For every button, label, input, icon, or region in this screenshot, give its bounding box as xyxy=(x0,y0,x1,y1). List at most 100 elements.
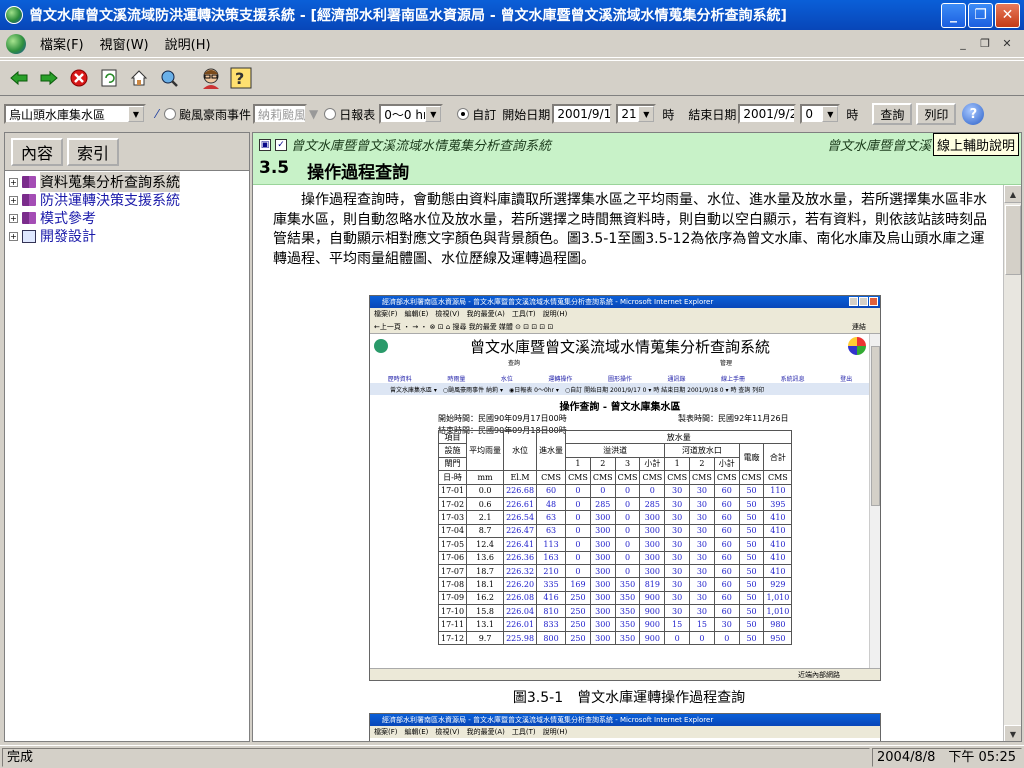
chevron-down-icon[interactable]: ▼ xyxy=(822,106,839,122)
table-cell: 17-05 xyxy=(437,537,468,552)
check-icon[interactable]: ✓ xyxy=(275,138,287,151)
help-content-pane: ▣ ✓ 曾文水庫暨曾文溪流域水情蒐集分析查詢系統 曾文水庫暨曾文溪 線上輔助說明… xyxy=(252,132,1022,742)
toolbar: ? xyxy=(0,60,1024,96)
content-scrollbar[interactable]: ▲ ▼ xyxy=(1003,185,1021,741)
table-header: 河道放水口 xyxy=(664,443,740,458)
back-arrow-icon[interactable] xyxy=(6,65,32,91)
table-cell: 9.7 xyxy=(466,630,505,646)
user-icon[interactable] xyxy=(198,65,224,91)
status-datetime: 2004/8/8 下午 05:25 xyxy=(872,747,1022,767)
table-cell: 226.47 xyxy=(503,523,538,539)
radio-dot xyxy=(324,108,337,120)
help-tooltip: 線上輔助說明 xyxy=(932,133,1019,156)
tree-item-development[interactable]: + 開發設計 xyxy=(9,227,245,245)
end-date-field[interactable]: 2001/9/20 xyxy=(738,104,797,124)
table-cell: 8.7 xyxy=(466,523,505,539)
table-cell: 900 xyxy=(639,630,666,646)
scroll-thumb[interactable] xyxy=(1005,205,1021,275)
nav-row: 歷時資料 時雨量 水位 運轉操作 圖形操作 通訊錄 線上手冊 系統訊息 登出 xyxy=(370,367,870,383)
table-cell: 300 xyxy=(589,537,616,552)
table-row: 17-12 9.7 225.98 800 250 300 350 900 0 0 0 50 950 xyxy=(437,630,793,646)
chevron-down-icon[interactable]: ▼ xyxy=(425,106,442,122)
table-cell: 50 xyxy=(738,630,765,646)
daily-radio[interactable]: 日報表 xyxy=(324,106,375,123)
table-cell: 0 xyxy=(614,483,641,498)
forward-arrow-icon[interactable] xyxy=(36,65,62,91)
table-header: 小計 xyxy=(639,456,666,472)
reservoir-select[interactable]: 烏山頭水庫集水區 ▼ xyxy=(4,104,146,124)
table-header: 1 xyxy=(664,456,691,472)
home-icon[interactable] xyxy=(126,65,152,91)
expand-icon[interactable]: + xyxy=(9,213,18,223)
start-date-field[interactable]: 2001/9/16 xyxy=(552,104,613,124)
child-close-button[interactable]: ✕ xyxy=(998,36,1016,52)
close-button[interactable]: ✕ xyxy=(995,2,1020,28)
end-date-value: 2001/9/20 xyxy=(743,107,794,121)
tab-contents[interactable]: 內容 xyxy=(11,137,64,166)
table-cell: 900 xyxy=(639,590,666,606)
typhoon-select: 納莉颱風 xyxy=(253,104,308,124)
online-help-icon[interactable]: ? xyxy=(962,103,985,125)
custom-label: 自訂 xyxy=(472,107,497,122)
table-cell: 17-08 xyxy=(437,577,468,592)
query-button[interactable]: 查詢 xyxy=(872,103,913,125)
table-cell: 410 xyxy=(763,550,793,565)
table-cell: 17-04 xyxy=(437,523,468,539)
start-hour-select[interactable]: 21 ▼ xyxy=(616,104,657,124)
child-minimize-button[interactable]: _ xyxy=(954,36,972,52)
chevron-down-icon[interactable]: ▼ xyxy=(638,106,655,122)
menu-help[interactable]: 說明(H) xyxy=(157,34,219,53)
table-cell: 226.20 xyxy=(503,577,538,592)
refresh-icon[interactable] xyxy=(96,65,122,91)
tab-index[interactable]: 索引 xyxy=(67,137,120,166)
body-text: 操作過程查詢時，會動態由資料庫讀取所選擇集水區之平均雨量、水位、進水量及放水量，… xyxy=(273,191,995,269)
print-button[interactable]: 列印 xyxy=(916,103,957,125)
daily-hour-select[interactable]: 0～0 hr ▼ xyxy=(379,104,444,124)
tree-item-model-reference[interactable]: + 模式參考 xyxy=(9,209,245,227)
menu-file[interactable]: 檔案(F) xyxy=(32,34,92,53)
tree-item-flood-decision[interactable]: + 防洪運轉決策支援系統 xyxy=(9,191,245,209)
minimize-button[interactable]: _ xyxy=(941,2,966,28)
restore-button[interactable]: ❐ xyxy=(968,2,993,28)
topic-icon[interactable]: ▣ xyxy=(259,138,271,151)
tree-item-data-query[interactable]: + 資料蒐集分析查詢系統 xyxy=(9,172,245,192)
table-cell: 30 xyxy=(689,604,715,619)
table-cell: 50 xyxy=(738,550,765,565)
expand-icon[interactable]: + xyxy=(9,195,18,205)
table-cell: 0 xyxy=(713,630,740,646)
table-header: 溢洪道 xyxy=(565,443,666,458)
stop-icon[interactable] xyxy=(66,65,92,91)
end-hour-select[interactable]: 0 ▼ xyxy=(800,104,841,124)
scroll-down-icon[interactable]: ▼ xyxy=(1004,725,1021,741)
menu-bar: 檔案(F) 視窗(W) 說明(H) _ ❐ ✕ xyxy=(0,30,1024,58)
app-globe-icon xyxy=(5,6,23,24)
expand-icon[interactable]: + xyxy=(9,231,18,241)
nav-link: 登出 xyxy=(840,376,853,383)
custom-radio[interactable]: 自訂 xyxy=(457,106,496,123)
child-restore-button[interactable]: ❐ xyxy=(976,36,994,52)
menu-window[interactable]: 視窗(W) xyxy=(92,34,157,53)
table-cell: 48 xyxy=(536,496,567,512)
table-cell: 17-06 xyxy=(437,550,468,565)
table-cell: 63 xyxy=(536,510,567,525)
help-icon[interactable]: ? xyxy=(228,65,254,91)
chevron-down-icon[interactable]: ▼ xyxy=(128,106,144,122)
typhoon-radio[interactable]: 颱風豪雨事件 xyxy=(164,106,251,123)
figure-scrollbar xyxy=(869,334,880,668)
end-hour-unit: 時 xyxy=(846,107,859,122)
table-cell: 226.32 xyxy=(503,563,538,579)
table-row: 17-09 16.2 226.08 416 250 300 350 900 30 30 60 50 1,… xyxy=(437,590,793,606)
expand-icon[interactable]: + xyxy=(9,177,18,187)
scroll-up-icon[interactable]: ▲ xyxy=(1004,185,1021,203)
table-cell: 30 xyxy=(689,563,715,579)
nav-group-query: 查詢 xyxy=(507,360,520,367)
document-header: ▣ ✓ 曾文水庫暨曾文溪流域水情蒐集分析查詢系統 曾文水庫暨曾文溪 線上輔助說明… xyxy=(253,133,1021,185)
report-title: 操作查詢 - 曾文水庫集水區 xyxy=(559,402,681,413)
table-cell: 300 xyxy=(589,590,616,606)
document-globe-icon xyxy=(6,33,26,54)
table-header: CMS xyxy=(738,470,765,485)
table-cell: 1,010 xyxy=(763,604,793,619)
table-cell: 250 xyxy=(565,604,591,619)
table-cell: 30 xyxy=(689,590,715,606)
search-icon[interactable] xyxy=(156,65,182,91)
